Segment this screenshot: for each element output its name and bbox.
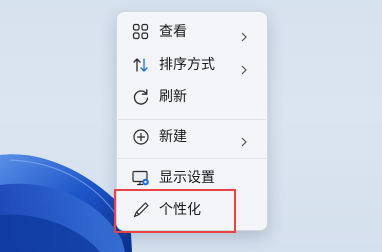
menu-item-label: 排序方式: [159, 57, 215, 73]
menu-item-sort-by[interactable]: 排序方式: [121, 49, 263, 81]
plus-circle-icon: [131, 127, 151, 147]
menu-item-new[interactable]: 新建: [121, 121, 263, 153]
annotation-highlight-box: [114, 189, 236, 233]
menu-item-label: 刷新: [159, 89, 187, 105]
menu-item-refresh[interactable]: 刷新: [121, 81, 263, 113]
chevron-right-icon: [239, 27, 249, 42]
menu-item-view[interactable]: 查看: [121, 16, 263, 48]
menu-item-label: 新建: [159, 129, 187, 145]
chevron-right-icon: [239, 60, 249, 75]
menu-item-label: 查看: [159, 24, 187, 40]
menu-separator: [118, 119, 266, 120]
display-settings-icon: [131, 168, 151, 188]
grid-view-icon: [131, 22, 151, 42]
menu-separator: [118, 158, 266, 159]
sort-arrows-icon: [131, 55, 151, 75]
chevron-right-icon: [239, 132, 249, 147]
refresh-icon: [131, 87, 151, 107]
